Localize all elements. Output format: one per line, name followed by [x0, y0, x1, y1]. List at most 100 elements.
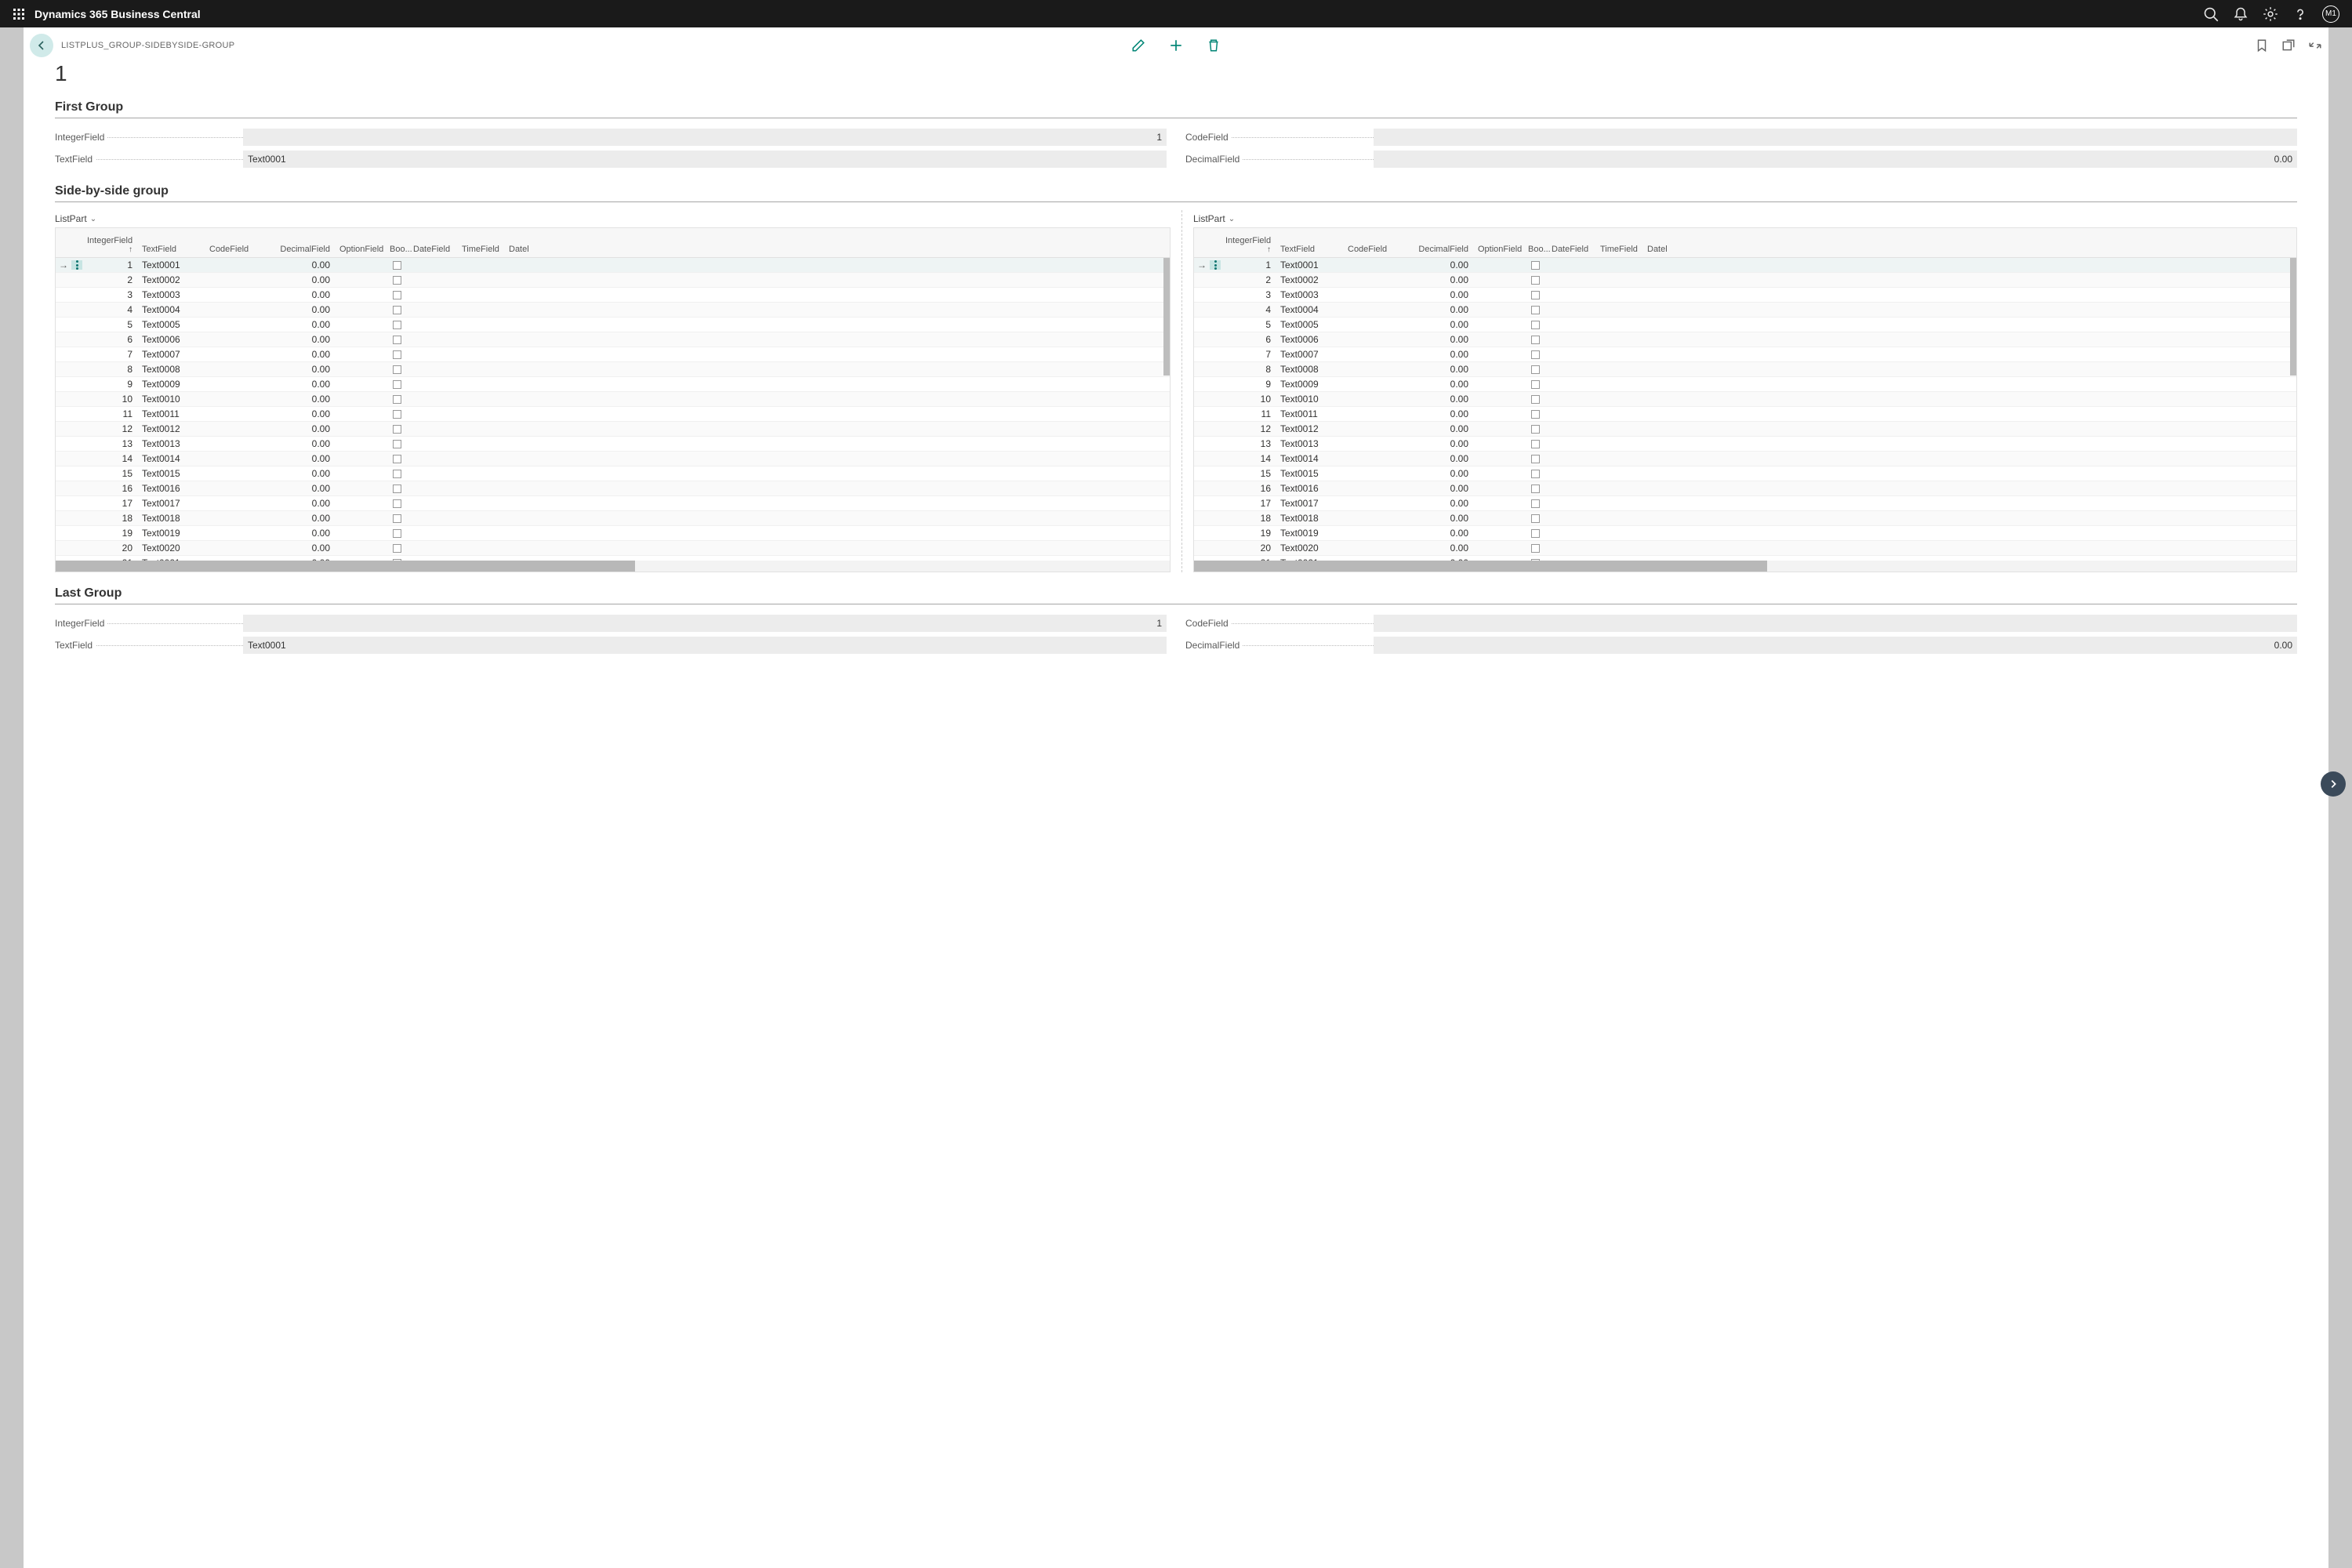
table-row[interactable]: →1Text00010.00	[56, 258, 1170, 273]
row-menu-icon[interactable]	[1210, 260, 1221, 270]
vertical-scrollbar[interactable]	[1163, 258, 1170, 376]
cell-decimal[interactable]: 0.00	[267, 408, 335, 419]
table-row[interactable]: 8Text00080.00	[1194, 362, 2296, 377]
cell-integer[interactable]: 19	[82, 528, 137, 539]
cell-boolean[interactable]	[1523, 485, 1547, 493]
cell-text[interactable]: Text0001	[137, 260, 205, 270]
cell-boolean[interactable]	[1523, 306, 1547, 314]
column-header[interactable]: Datel	[504, 241, 531, 257]
cell-boolean[interactable]	[385, 365, 408, 374]
cell-integer[interactable]: 18	[82, 513, 137, 524]
cell-integer[interactable]: 5	[1221, 319, 1276, 330]
bookmark-icon[interactable]	[2255, 38, 2269, 53]
cell-text[interactable]: Text0002	[137, 274, 205, 285]
cell-text[interactable]: Text0010	[137, 394, 205, 405]
cell-boolean[interactable]	[1523, 291, 1547, 299]
cell-integer[interactable]: 5	[82, 319, 137, 330]
cell-text[interactable]: Text0007	[137, 349, 205, 360]
listpart-title[interactable]: ListPart⌄	[1193, 210, 2297, 227]
cell-decimal[interactable]: 0.00	[267, 438, 335, 449]
horizontal-scrollbar[interactable]	[1194, 561, 2296, 572]
column-header[interactable]: OptionField	[1473, 241, 1523, 257]
cell-integer[interactable]: 1	[1221, 260, 1276, 270]
table-row[interactable]: 18Text00180.00	[56, 511, 1170, 526]
cell-text[interactable]: Text0018	[137, 513, 205, 524]
column-header[interactable]: Datel	[1642, 241, 1669, 257]
cell-text[interactable]: Text0013	[137, 438, 205, 449]
cell-decimal[interactable]: 0.00	[1406, 379, 1473, 390]
cell-integer[interactable]: 20	[1221, 543, 1276, 554]
delete-icon[interactable]	[1207, 38, 1221, 53]
cell-integer[interactable]: 8	[82, 364, 137, 375]
cell-text[interactable]: Text0014	[1276, 453, 1343, 464]
integer-field[interactable]: 1	[243, 129, 1167, 146]
cell-text[interactable]: Text0008	[137, 364, 205, 375]
cell-decimal[interactable]: 0.00	[1406, 349, 1473, 360]
table-row[interactable]: 3Text00030.00	[1194, 288, 2296, 303]
column-header[interactable]: DateField	[1547, 241, 1595, 257]
cell-boolean[interactable]	[385, 395, 408, 404]
cell-text[interactable]: Text0004	[1276, 304, 1343, 315]
table-row[interactable]: 20Text00200.00	[1194, 541, 2296, 556]
cell-decimal[interactable]: 0.00	[1406, 483, 1473, 494]
cell-decimal[interactable]: 0.00	[1406, 438, 1473, 449]
cell-boolean[interactable]	[385, 261, 408, 270]
cell-integer[interactable]: 2	[1221, 274, 1276, 285]
cell-boolean[interactable]	[1523, 365, 1547, 374]
decimal-field[interactable]: 0.00	[1374, 151, 2297, 168]
column-header[interactable]: IntegerField↑	[82, 234, 137, 257]
new-icon[interactable]	[1169, 38, 1183, 53]
column-header[interactable]: Boo...	[385, 241, 408, 257]
cell-boolean[interactable]	[1523, 410, 1547, 419]
cell-integer[interactable]: 16	[1221, 483, 1276, 494]
cell-decimal[interactable]: 0.00	[267, 334, 335, 345]
collapse-icon[interactable]	[2308, 38, 2322, 53]
cell-integer[interactable]: 13	[1221, 438, 1276, 449]
cell-decimal[interactable]: 0.00	[267, 423, 335, 434]
listpart-title[interactable]: ListPart⌄	[55, 210, 1171, 227]
cell-integer[interactable]: 7	[82, 349, 137, 360]
code-field[interactable]	[1374, 129, 2297, 146]
horizontal-scrollbar[interactable]	[56, 561, 1170, 572]
cell-text[interactable]: Text0017	[1276, 498, 1343, 509]
table-row[interactable]: 13Text00130.00	[56, 437, 1170, 452]
cell-integer[interactable]: 14	[1221, 453, 1276, 464]
notifications-icon[interactable]	[2233, 6, 2249, 22]
cell-integer[interactable]: 9	[82, 379, 137, 390]
cell-boolean[interactable]	[1523, 380, 1547, 389]
cell-decimal[interactable]: 0.00	[1406, 408, 1473, 419]
cell-text[interactable]: Text0020	[137, 543, 205, 554]
cell-boolean[interactable]	[1523, 455, 1547, 463]
cell-text[interactable]: Text0016	[137, 483, 205, 494]
cell-integer[interactable]: 16	[82, 483, 137, 494]
cell-integer[interactable]: 8	[1221, 364, 1276, 375]
cell-boolean[interactable]	[1523, 261, 1547, 270]
cell-text[interactable]: Text0005	[137, 319, 205, 330]
table-row[interactable]: 3Text00030.00	[56, 288, 1170, 303]
cell-boolean[interactable]	[385, 350, 408, 359]
table-row[interactable]: 7Text00070.00	[1194, 347, 2296, 362]
cell-boolean[interactable]	[385, 544, 408, 553]
cell-text[interactable]: Text0017	[137, 498, 205, 509]
factbox-toggle[interactable]	[2321, 771, 2346, 797]
cell-integer[interactable]: 4	[1221, 304, 1276, 315]
cell-text[interactable]: Text0004	[137, 304, 205, 315]
cell-integer[interactable]: 2	[82, 274, 137, 285]
decimal-field[interactable]: 0.00	[1374, 637, 2297, 654]
cell-integer[interactable]: 11	[82, 408, 137, 419]
cell-boolean[interactable]	[385, 321, 408, 329]
popout-icon[interactable]	[2281, 38, 2296, 53]
help-icon[interactable]	[2292, 6, 2308, 22]
cell-decimal[interactable]: 0.00	[267, 468, 335, 479]
cell-boolean[interactable]	[1523, 499, 1547, 508]
cell-integer[interactable]: 17	[1221, 498, 1276, 509]
cell-text[interactable]: Text0019	[1276, 528, 1343, 539]
column-header[interactable]: OptionField	[335, 241, 385, 257]
column-header[interactable]: TimeField	[1595, 241, 1642, 257]
cell-integer[interactable]: 17	[82, 498, 137, 509]
table-row[interactable]: 13Text00130.00	[1194, 437, 2296, 452]
cell-boolean[interactable]	[385, 380, 408, 389]
text-field[interactable]: Text0001	[243, 151, 1167, 168]
cell-decimal[interactable]: 0.00	[1406, 289, 1473, 300]
cell-integer[interactable]: 11	[1221, 408, 1276, 419]
